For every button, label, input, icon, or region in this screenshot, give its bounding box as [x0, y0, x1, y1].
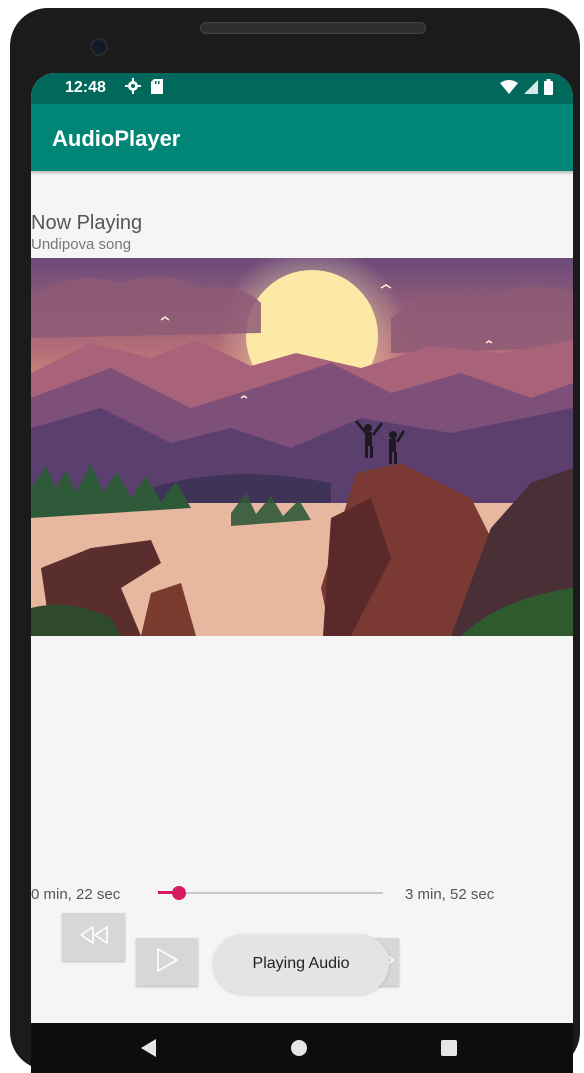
seek-bar[interactable]: [158, 883, 383, 903]
recents-icon[interactable]: [441, 1040, 457, 1056]
toast-message: Playing Audio: [213, 934, 389, 994]
battery-icon: [544, 79, 553, 100]
seek-track: [158, 892, 383, 894]
status-time: 12:48: [65, 79, 106, 96]
wifi-icon: [500, 80, 518, 99]
app-bar: AudioPlayer: [31, 104, 573, 171]
play-button[interactable]: [136, 938, 198, 986]
album-artwork-image: [31, 258, 573, 636]
home-icon[interactable]: [291, 1040, 307, 1056]
front-camera: [90, 38, 108, 56]
settings-gear-icon: [125, 78, 141, 99]
elapsed-time: 0 min, 22 sec: [31, 886, 121, 903]
seek-thumb[interactable]: [172, 886, 187, 900]
sd-card-icon: [151, 78, 163, 99]
now-playing-label: Now Playing: [31, 212, 143, 234]
cell-signal-icon: [524, 80, 538, 99]
navigation-bar: [31, 1023, 573, 1073]
rewind-button[interactable]: [62, 913, 125, 961]
rewind-icon: [78, 925, 110, 949]
play-icon: [155, 947, 179, 977]
total-duration: 3 min, 52 sec: [405, 886, 495, 903]
earpiece-speaker: [200, 22, 426, 34]
song-name: Undipova song: [31, 236, 132, 253]
back-icon[interactable]: [141, 1039, 157, 1061]
phone-screen: 12:48 AudioPlayer Now Playing Undipova s…: [31, 73, 573, 1073]
status-bar: 12:48: [31, 73, 573, 104]
app-title: AudioPlayer: [52, 126, 181, 151]
